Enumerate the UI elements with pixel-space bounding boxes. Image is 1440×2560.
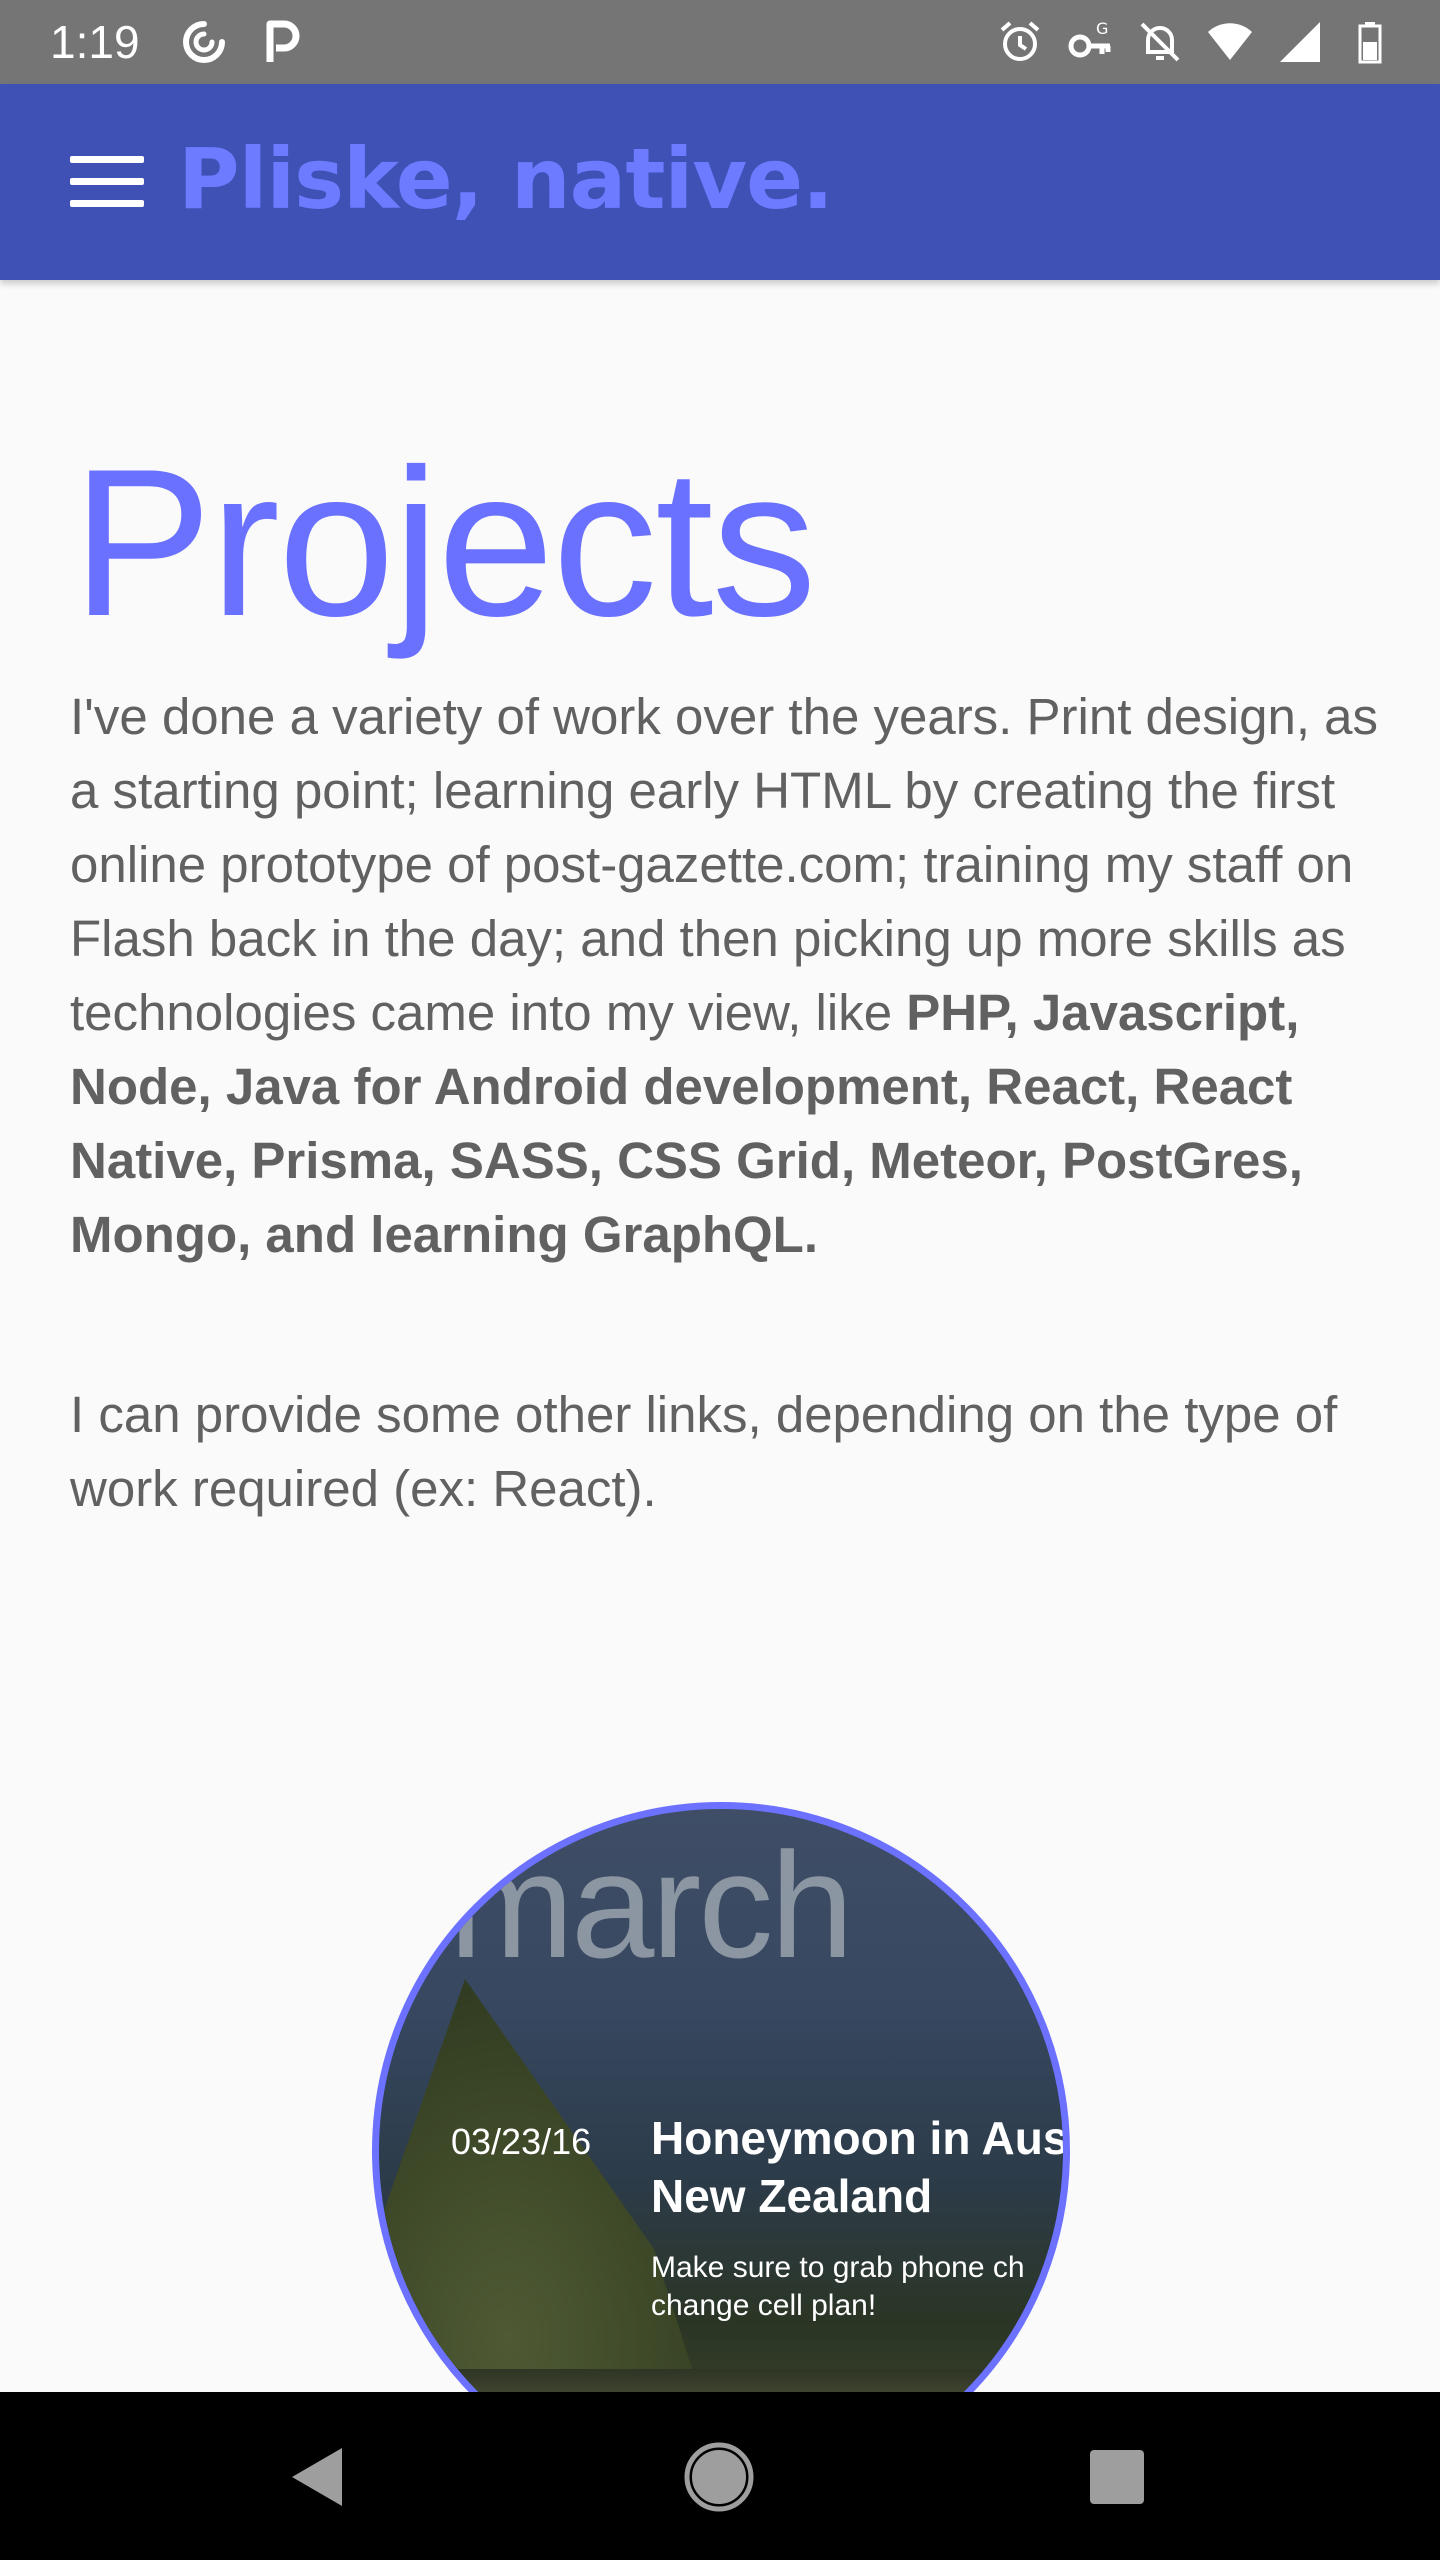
signal-icon [1280, 22, 1320, 62]
project-description: Make sure to grab phone ch change cell p… [651, 2251, 1025, 2322]
recents-square-icon[interactable] [1072, 2432, 1162, 2522]
menu-icon [70, 156, 144, 208]
notifications-off-icon [1140, 22, 1180, 62]
links-paragraph: I can provide some other links, dependin… [70, 1386, 1338, 1517]
menu-button[interactable] [62, 146, 150, 218]
app-bar: Pliske, native. [0, 84, 1440, 280]
vpn-key-icon: G [1068, 19, 1111, 58]
project-overlay-word: march [449, 1821, 854, 1989]
parking-icon [266, 20, 300, 62]
home-circle-icon[interactable] [674, 2432, 764, 2522]
wifi-icon [1208, 23, 1252, 60]
alarm-icon [1000, 21, 1040, 61]
page-title: Projects [72, 425, 817, 660]
battery-icon [1358, 22, 1382, 64]
app-title: Pliske, native. [178, 130, 834, 228]
project-title: Honeymoon in Aus New Zealand [651, 2112, 1069, 2222]
status-right-icons: G [996, 18, 1394, 66]
sync-icon [183, 21, 225, 63]
navigation-bar [0, 2392, 1440, 2560]
status-left-icons [180, 18, 306, 66]
intro-paragraph: I've done a variety of work over the yea… [70, 680, 1390, 1272]
project-date: 03/23/16 [451, 2121, 592, 2162]
status-bar: 1:19 G [0, 0, 1440, 84]
back-triangle-icon[interactable] [272, 2432, 362, 2522]
svg-text:G: G [1096, 19, 1108, 38]
status-time: 1:19 [50, 16, 140, 68]
